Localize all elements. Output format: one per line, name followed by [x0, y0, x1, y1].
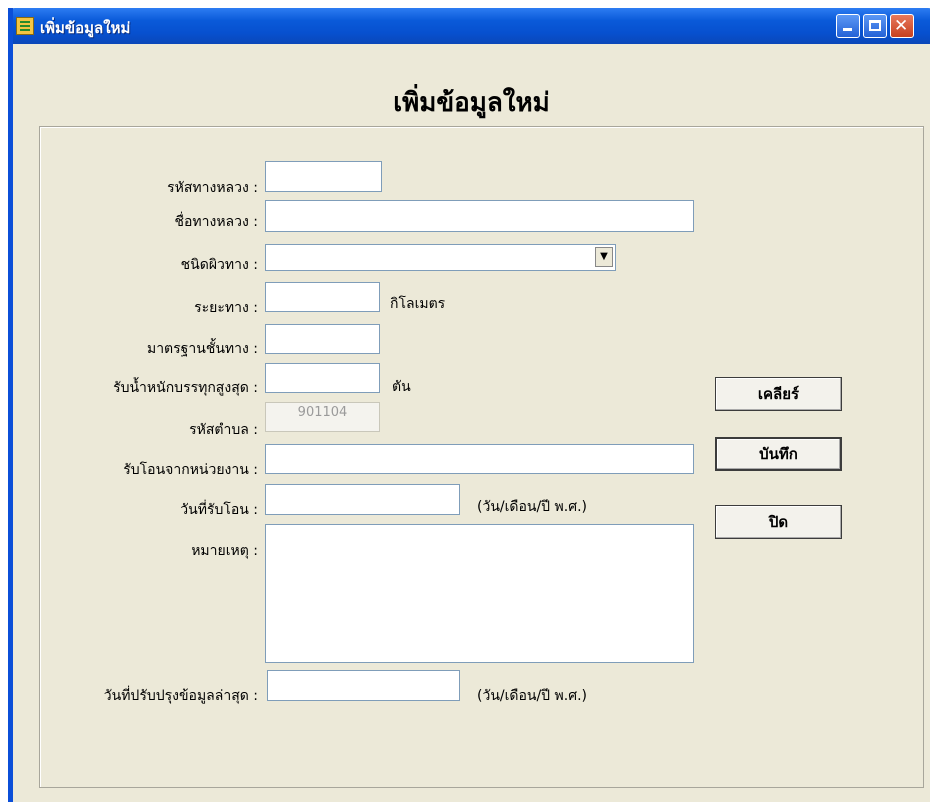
distance-label: ระยะทาง :	[194, 300, 258, 316]
surface-type-label: ชนิดผิวทาง :	[180, 257, 258, 273]
subdistrict-code-input: 901104	[265, 402, 380, 432]
transfer-from-input[interactable]	[265, 444, 694, 474]
surface-type-select[interactable]: ▼	[265, 244, 616, 271]
road-standard-input[interactable]	[265, 324, 380, 354]
title-bar[interactable]: เพิ่มข้อมูลใหม่ ✕	[13, 8, 930, 44]
road-name-input[interactable]	[265, 200, 694, 232]
transfer-date-label: วันที่รับโอน :	[180, 502, 258, 518]
transfer-date-hint: (วัน/เดือน/ปี พ.ศ.)	[477, 499, 587, 515]
road-code-input[interactable]	[265, 161, 382, 192]
road-name-label: ชื่อทางหลวง :	[174, 214, 258, 230]
max-load-unit: ตัน	[392, 379, 411, 395]
transfer-date-input[interactable]	[265, 484, 460, 515]
max-load-label: รับน้ำหนักบรรทุกสูงสุด :	[113, 380, 258, 396]
last-update-label: วันที่ปรับปรุงข้อมูลล่าสุด :	[103, 688, 258, 704]
page-title: เพิ่มข้อมูลใหม่	[393, 88, 550, 118]
maximize-icon	[869, 20, 881, 31]
clear-button[interactable]: เคลียร์	[715, 377, 842, 411]
road-standard-label: มาตรฐานชั้นทาง :	[146, 341, 258, 357]
window-title: เพิ่มข้อมูลใหม่	[40, 19, 131, 37]
last-update-hint: (วัน/เดือน/ปี พ.ศ.)	[477, 688, 587, 704]
distance-unit: กิโลเมตร	[390, 296, 446, 312]
close-window-button[interactable]: ✕	[890, 14, 914, 38]
road-code-label: รหัสทางหลวง :	[167, 180, 258, 196]
close-button[interactable]: ปิด	[715, 505, 842, 539]
chevron-down-icon[interactable]: ▼	[595, 247, 613, 267]
distance-input[interactable]	[265, 282, 380, 312]
close-icon: ✕	[894, 16, 909, 36]
max-load-input[interactable]	[265, 363, 380, 393]
app-icon	[16, 17, 34, 35]
minimize-button[interactable]	[836, 14, 860, 38]
remarks-label: หมายเหตุ :	[191, 543, 258, 559]
subdistrict-code-label: รหัสตำบล :	[189, 422, 258, 438]
minimize-icon	[843, 28, 852, 31]
transfer-from-label: รับโอนจากหน่วยงาน :	[123, 462, 258, 478]
app-window: เพิ่มข้อมูลใหม่ ✕ เพิ่มข้อมูลใหม่ รหัสทา…	[8, 8, 930, 802]
last-update-input[interactable]	[267, 670, 460, 701]
maximize-button[interactable]	[863, 14, 887, 38]
remarks-textarea[interactable]	[265, 524, 694, 663]
save-button[interactable]: บันทึก	[715, 437, 842, 471]
